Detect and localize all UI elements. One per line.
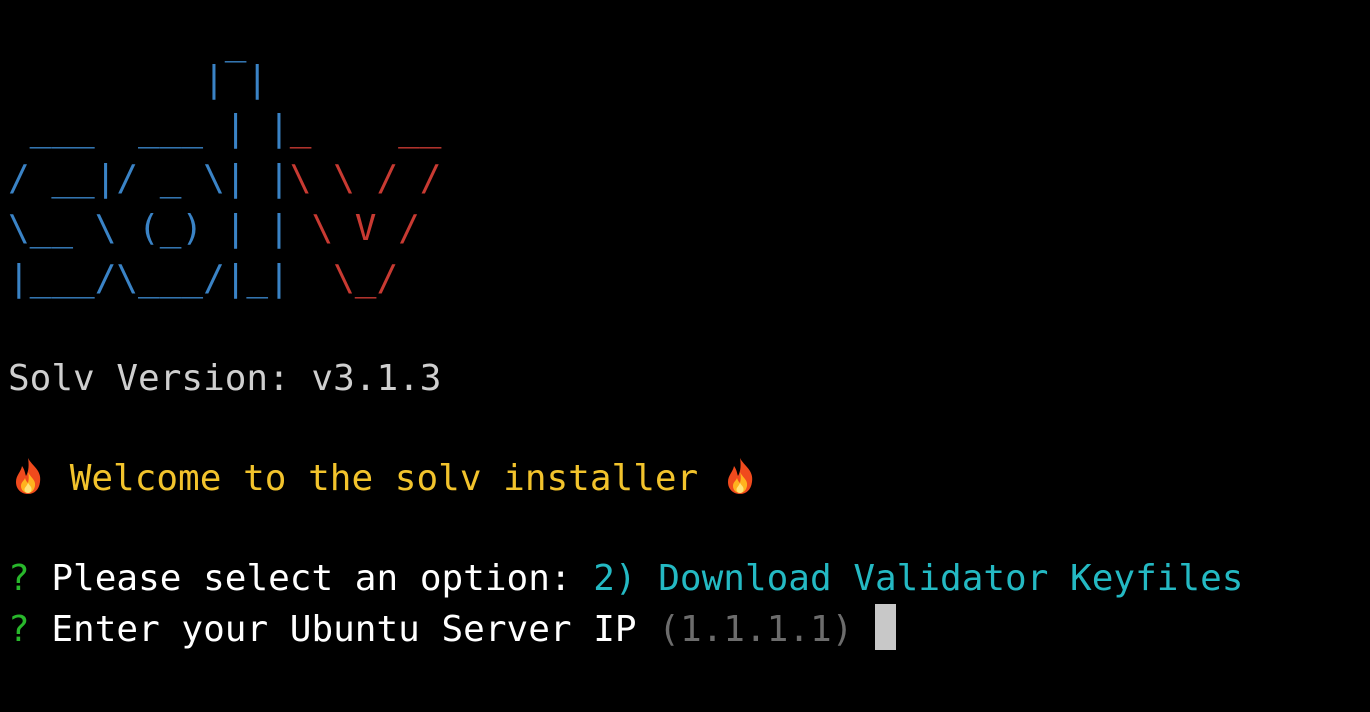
welcome-text: Welcome to the solv installer: [69, 458, 699, 499]
fire-icon: [720, 456, 760, 496]
prompt-default-value: (1.1.1.1): [658, 609, 854, 650]
logo-line: ___ ___ | |_ __: [8, 108, 442, 149]
welcome-line: Welcome to the solv installer: [8, 454, 760, 504]
prompt-marker: ?: [8, 609, 30, 650]
logo-line: \__ \ (_) | | \ V /: [8, 208, 420, 249]
fire-icon: [8, 456, 48, 496]
prompt-question: Please select an option:: [51, 558, 572, 599]
prompt-question: Enter your Ubuntu Server IP: [51, 609, 637, 650]
prompt-server-ip: ? Enter your Ubuntu Server IP (1.1.1.1): [8, 604, 897, 654]
logo-line: |___/\___/|_| \_/: [8, 258, 399, 299]
version-text: Solv Version: v3.1.3: [8, 358, 442, 399]
prompt-answer: 2) Download Validator Keyfiles: [593, 558, 1244, 599]
text-cursor[interactable]: [875, 604, 897, 650]
prompt-select-option: ? Please select an option: 2) Download V…: [8, 554, 1243, 604]
logo-line: | |: [8, 59, 269, 100]
logo-line: / __|/ _ \| |\ \ / /: [8, 158, 442, 199]
prompt-marker: ?: [8, 558, 30, 599]
